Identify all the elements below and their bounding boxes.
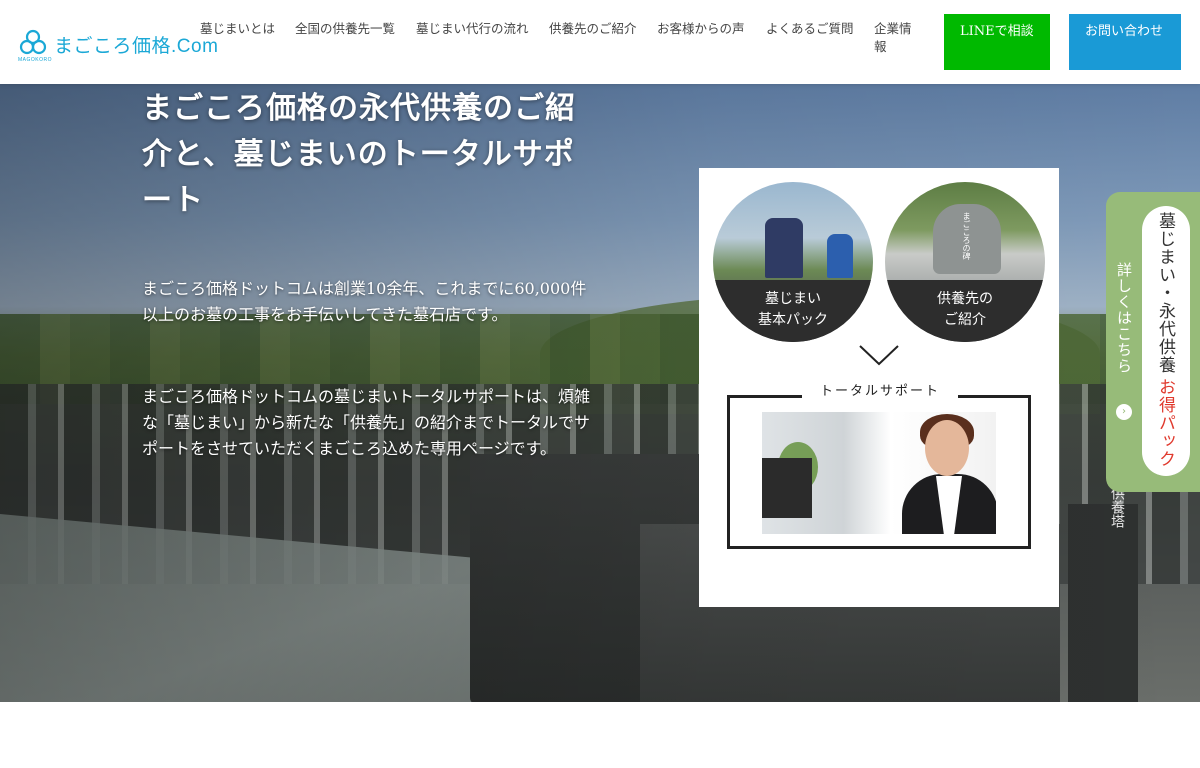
contact-button[interactable]: お問い合わせ: [1069, 14, 1181, 70]
side-promo-link[interactable]: 詳しくはこちら: [1114, 262, 1135, 374]
side-promo-title: 墓じまい・永代供養: [1155, 212, 1175, 374]
hero-title: まごころ価格の永代供養のご紹介と、墓じまいのトータルサポート: [142, 91, 576, 218]
logo-text: まごころ価格.Com: [54, 36, 219, 57]
logo-mark-icon: [18, 28, 48, 58]
chevron-down-icon: [859, 345, 899, 366]
nav-item-faq[interactable]: よくあるご質問: [766, 20, 874, 56]
side-promo-highlight: お得パック: [1155, 378, 1175, 468]
nav-item-introduction[interactable]: 供養先のご紹介: [549, 20, 657, 56]
nav-item-about[interactable]: 墓じまいとは: [200, 20, 295, 56]
memorial-intro-label: 供養先の ご紹介: [885, 280, 1045, 342]
nav-item-voices[interactable]: お客様からの声: [657, 20, 766, 56]
nav-item-list[interactable]: 全国の供養先一覧: [295, 20, 416, 56]
arrow-right-icon: ›: [1116, 404, 1132, 420]
total-support-label: トータルサポート: [802, 380, 958, 399]
nav-item-flow[interactable]: 墓じまい代行の流れ: [416, 20, 549, 56]
memorial-intro-circle[interactable]: まごころの碑 供養先の ご紹介: [885, 182, 1045, 342]
stone-inscription: まごころの碑: [962, 212, 971, 260]
site-header: まごころ価格.Com MAGOKORO 墓じまいとは 全国の供養先一覧 墓じまい…: [0, 0, 1200, 84]
site-logo[interactable]: まごころ価格.Com MAGOKORO: [18, 28, 218, 64]
line-consult-button[interactable]: LINEで相談: [944, 14, 1050, 70]
logo-subtext: MAGOKORO: [18, 57, 53, 63]
hero-paragraph-2: まごころ価格ドットコムの墓じまいトータルサポートは、煩雑な「墓じまい」から新たな…: [142, 387, 591, 458]
hero-paragraph-1: まごころ価格ドットコムは創業10余年、これまでに60,000件以上のお墓の工事を…: [142, 279, 587, 324]
operator-photo: [762, 412, 996, 534]
basic-pack-label: 墓じまい 基本パック: [713, 280, 873, 342]
main-nav: 墓じまいとは 全国の供養先一覧 墓じまい代行の流れ 供養先のご紹介 お客様からの…: [200, 20, 934, 56]
basic-pack-circle[interactable]: 墓じまい 基本パック: [713, 182, 873, 342]
monitor-image: [762, 458, 812, 518]
golfer-figure: [765, 218, 803, 278]
nav-item-company[interactable]: 企業情報: [874, 20, 934, 56]
operator-head: [925, 420, 969, 476]
person-figure: [827, 234, 853, 278]
